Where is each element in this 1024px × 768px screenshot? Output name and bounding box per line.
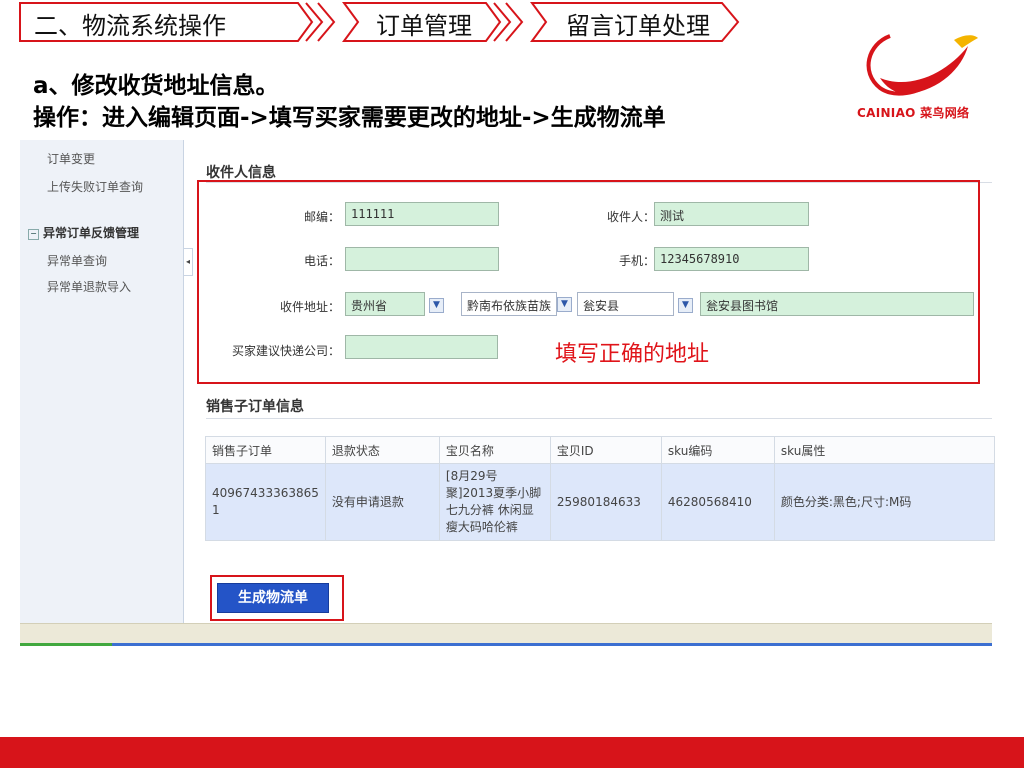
- county-value: 瓮安县: [583, 299, 620, 313]
- cell-item-id: 25980184633: [549, 463, 662, 541]
- annotation-note: 填写正确的地址: [555, 342, 710, 367]
- section-divider: [206, 418, 992, 419]
- phone-input[interactable]: [345, 247, 499, 271]
- cell-sku-code: 46280568410: [660, 463, 775, 541]
- status-strip: [20, 623, 992, 644]
- instruction-title: a、修改收货地址信息。: [33, 73, 279, 99]
- city-value: 黔南布依族苗族: [467, 299, 552, 313]
- sidebar-item-refund-import[interactable]: 异常单退款导入: [47, 278, 131, 295]
- cell-order-id: 40967433363865 1: [205, 463, 326, 541]
- breadcrumb-item-message-orders: 留言订单处理: [566, 12, 710, 40]
- slide-bottom-bar: [0, 737, 1024, 768]
- cell-sku-attr: 颜色分类:黑色;尺寸:M码: [773, 463, 996, 541]
- phone-label: 电话：: [303, 254, 340, 268]
- breadcrumb-item-logistics: 二、物流系统操作: [34, 12, 226, 40]
- instruction-steps: 操作：进入编辑页面->填写买家需要更改的地址->生成物流单: [33, 105, 666, 131]
- recipient-section-title: 收件人信息: [206, 165, 276, 181]
- logo-text: CAINIAO 菜鸟网络: [857, 106, 970, 120]
- chevron-down-icon[interactable]: ▼: [678, 298, 693, 313]
- column-header: 宝贝名称: [438, 436, 551, 464]
- detail-address-input[interactable]: 瓮安县图书馆: [700, 292, 974, 316]
- courier-label: 买家建议快递公司：: [231, 344, 340, 358]
- breadcrumb-item-orders: 订单管理: [376, 12, 472, 40]
- county-select[interactable]: 瓮安县 ▼: [577, 292, 693, 316]
- sidebar-item-abnormal-query[interactable]: 异常单查询: [47, 252, 107, 269]
- cell-refund-status: 没有申请退款: [324, 463, 440, 541]
- column-header: 宝贝ID: [549, 436, 662, 464]
- collapse-icon[interactable]: −: [28, 229, 39, 240]
- sidebar-group-label: 异常订单反馈管理: [43, 226, 140, 240]
- sidebar-item-upload-failed[interactable]: 上传失败订单查询: [47, 178, 143, 195]
- province-select[interactable]: 贵州省 ▼: [345, 292, 444, 316]
- sidebar-item-order-change[interactable]: 订单变更: [47, 150, 95, 167]
- column-header: sku属性: [773, 436, 996, 464]
- province-value: 贵州省: [351, 299, 388, 313]
- column-header: sku编码: [660, 436, 775, 464]
- app-window: 订单变更 上传失败订单查询 − 异常订单反馈管理 异常单查询 异常单退款导入 ◂ …: [20, 140, 996, 648]
- chevron-down-icon[interactable]: ▼: [429, 298, 444, 313]
- suborders-table: 销售子订单 退款状态 宝贝名称 宝贝ID sku编码 sku属性 4096743…: [205, 436, 996, 541]
- table-row: 40967433363865 1 没有申请退款 [8月29号聚]2013夏季小脚…: [205, 463, 996, 541]
- recipient-name-label: 收件人：: [606, 210, 655, 224]
- postcode-label: 邮编：: [303, 210, 340, 224]
- mobile-label: 手机：: [618, 254, 655, 268]
- sidebar-toggle-icon[interactable]: ◂: [184, 248, 193, 276]
- postcode-input[interactable]: 111111: [345, 202, 499, 226]
- address-label: 收件地址：: [279, 300, 340, 314]
- column-header: 退款状态: [324, 436, 440, 464]
- sidebar: 订单变更 上传失败订单查询 − 异常订单反馈管理 异常单查询 异常单退款导入: [20, 140, 184, 623]
- suborders-section-title: 销售子订单信息: [206, 399, 304, 415]
- column-header: 销售子订单: [205, 436, 326, 464]
- footer-accent: [20, 643, 112, 646]
- mobile-input[interactable]: 12345678910: [654, 247, 809, 271]
- chevron-down-icon[interactable]: ▼: [557, 297, 572, 312]
- table-header-row: 销售子订单 退款状态 宝贝名称 宝贝ID sku编码 sku属性: [205, 436, 996, 464]
- courier-input[interactable]: [345, 335, 498, 359]
- sidebar-group-abnormal[interactable]: − 异常订单反馈管理: [28, 224, 139, 241]
- footer-line: [20, 643, 992, 646]
- city-select[interactable]: 黔南布依族苗族: [461, 292, 557, 316]
- cell-item-name: [8月29号聚]2013夏季小脚七九分裤 休闲显瘦大码哈伦裤: [438, 463, 551, 541]
- recipient-name-input[interactable]: 测试: [654, 202, 809, 226]
- generate-logistics-button[interactable]: 生成物流单: [217, 583, 329, 613]
